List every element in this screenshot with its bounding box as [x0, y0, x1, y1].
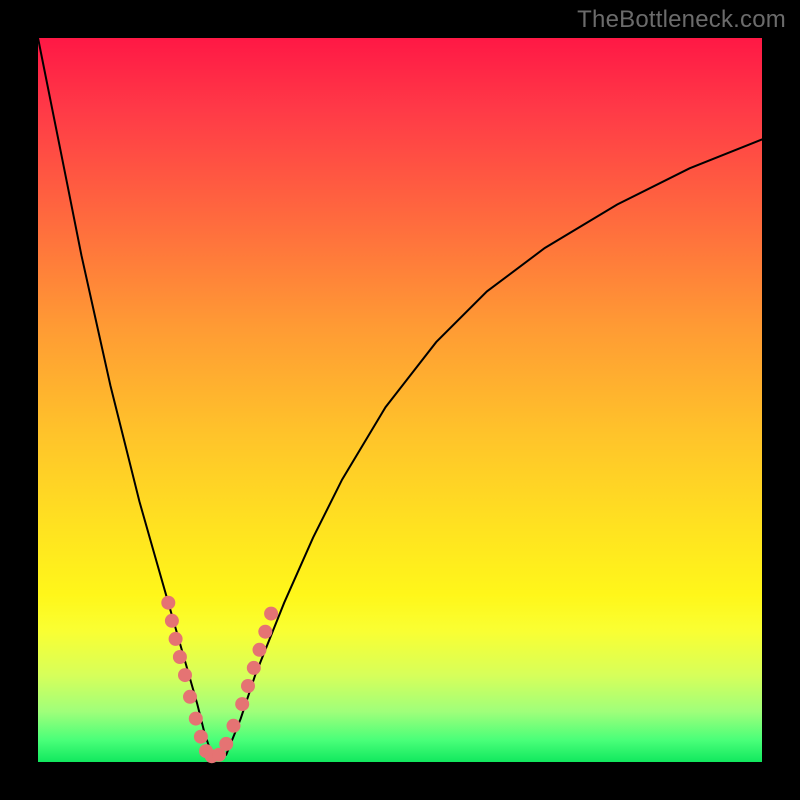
curve-marker [258, 625, 272, 639]
curve-marker [227, 719, 241, 733]
chart-svg [38, 38, 762, 762]
curve-marker [169, 632, 183, 646]
curve-marker [161, 596, 175, 610]
curve-marker [264, 607, 278, 621]
bottleneck-curve [38, 38, 762, 755]
curve-marker [178, 668, 192, 682]
curve-marker [247, 661, 261, 675]
chart-frame: TheBottleneck.com [0, 0, 800, 800]
plot-area [38, 38, 762, 762]
curve-marker [241, 679, 255, 693]
curve-marker [173, 650, 187, 664]
curve-marker [165, 614, 179, 628]
curve-marker [194, 730, 208, 744]
curve-marker [235, 697, 249, 711]
curve-marker [219, 737, 233, 751]
watermark-text: TheBottleneck.com [577, 6, 786, 34]
curve-marker [183, 690, 197, 704]
curve-marker [253, 643, 267, 657]
marker-group [161, 596, 278, 764]
curve-marker [189, 712, 203, 726]
